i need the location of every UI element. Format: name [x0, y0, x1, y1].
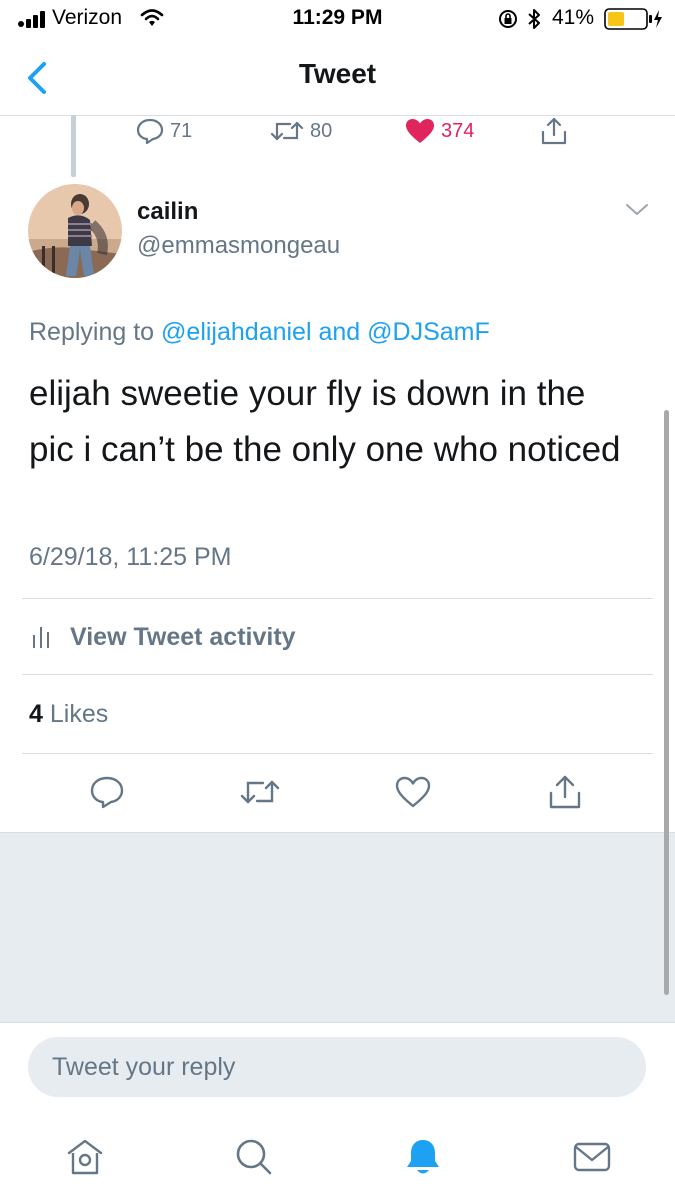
- divider: [22, 674, 653, 675]
- battery-icon: [604, 8, 662, 30]
- scrollbar[interactable]: [664, 410, 669, 995]
- rotation-lock-icon: [499, 10, 517, 28]
- chevron-down-icon: [626, 204, 648, 215]
- navigation-bar: Tweet: [0, 40, 675, 116]
- notifications-icon: [407, 1140, 439, 1174]
- tweet-timestamp: 6/29/18, 11:25 PM: [29, 543, 232, 571]
- heart-icon: [395, 776, 431, 808]
- likes-count-link[interactable]: 4 Likes: [29, 700, 108, 729]
- replying-prefix: Replying to: [29, 318, 155, 346]
- divider: [22, 598, 653, 599]
- bluetooth-icon: [528, 9, 540, 29]
- user-handle[interactable]: @emmasmongeau: [137, 232, 340, 260]
- tweet-text: elijah sweetie your fly is down in the p…: [29, 374, 621, 469]
- parent-reply-count: 71: [170, 119, 193, 142]
- tab-messages[interactable]: [570, 1135, 614, 1179]
- reply-input[interactable]: [28, 1037, 646, 1097]
- parent-retweet-count: 80: [310, 119, 333, 142]
- tab-home[interactable]: [63, 1135, 107, 1179]
- reply-icon: [136, 118, 164, 144]
- share-button[interactable]: [543, 770, 587, 814]
- tab-notifications[interactable]: [401, 1135, 445, 1179]
- thread-line: [71, 115, 76, 177]
- share-icon: [549, 775, 581, 809]
- mention-link[interactable]: @DJSamF: [367, 318, 490, 346]
- more-options-button[interactable]: [624, 202, 650, 223]
- tab-search[interactable]: [232, 1135, 276, 1179]
- avatar[interactable]: [28, 184, 122, 278]
- heart-filled-icon: [406, 119, 434, 143]
- reply-button[interactable]: [85, 770, 129, 814]
- view-tweet-activity-button[interactable]: View Tweet activity: [22, 605, 653, 669]
- and-text: and: [318, 318, 361, 346]
- replying-to: Replying to @elijahdaniel and @DJSamF: [29, 318, 490, 347]
- like-button[interactable]: [391, 770, 435, 814]
- empty-replies-area: [0, 832, 675, 1023]
- likes-count: 4: [29, 700, 43, 728]
- parent-retweet-stat[interactable]: 80: [270, 116, 332, 146]
- divider: [22, 753, 653, 754]
- reply-icon: [90, 776, 124, 809]
- status-bar: Verizon 11:29 PM 41%: [0, 0, 675, 40]
- parent-reply-stat[interactable]: 71: [136, 116, 192, 146]
- battery-percent: 41%: [552, 6, 595, 29]
- parent-like-count: 374: [441, 119, 475, 142]
- retweet-button[interactable]: [238, 770, 282, 814]
- search-icon: [236, 1139, 272, 1175]
- analytics-icon: [33, 627, 49, 648]
- retweet-icon: [270, 121, 304, 141]
- parent-like-stat[interactable]: 374: [405, 116, 474, 146]
- likes-label: Likes: [49, 700, 109, 728]
- messages-icon: [573, 1142, 611, 1172]
- home-icon: [67, 1139, 103, 1175]
- page-title: Tweet: [298, 58, 377, 89]
- display-name[interactable]: cailin: [137, 198, 198, 226]
- view-tweet-activity-label: View Tweet activity: [70, 622, 296, 651]
- share-icon: [541, 117, 567, 145]
- profile-photo: [28, 184, 122, 278]
- mention-link[interactable]: @elijahdaniel: [161, 318, 311, 346]
- parent-share-stat[interactable]: [540, 116, 568, 146]
- retweet-icon: [240, 780, 280, 804]
